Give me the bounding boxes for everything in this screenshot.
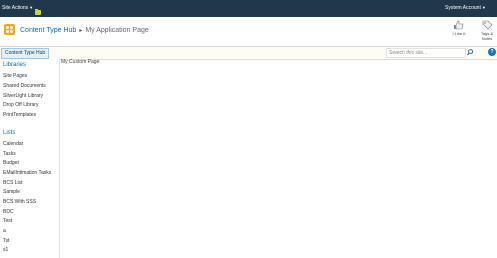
chevron-down-icon: ▼ [29,5,34,10]
help-icon[interactable]: ? [488,48,496,56]
i-like-it-label: I Like It [452,31,466,36]
sidebar-item-tasks[interactable]: Tasks [3,151,16,157]
site-actions-label: Site Actions [2,5,29,11]
i-like-it-button[interactable]: I Like It [450,19,468,41]
breadcrumb-separator-icon: ▸ [79,28,83,34]
page-content-text: My Custom Page [61,59,100,65]
chevron-down-icon: ▼ [481,5,486,10]
sidebar-item-calendar[interactable]: Calendar [3,141,23,147]
site-logo-icon [4,24,15,35]
breadcrumb: Content Type Hub ▸ My Application Page [20,27,149,34]
sidebar-item-bdc[interactable]: BDC [3,209,14,215]
sidebar-item-bcs-with-sss[interactable]: BCS With SSS [3,199,36,205]
sidebar-item-sample[interactable]: Sample [3,189,20,195]
social-actions: I Like It Tags & Notes [450,19,496,41]
sidebar-item-email-intimation-tasks[interactable]: EMailIntimation Tasks [3,170,51,176]
search-icon[interactable] [466,48,474,57]
notes-label: Notes [481,36,493,41]
thumbs-up-icon [454,20,464,30]
user-name: System Account [445,5,481,11]
top-ribbon-bar: Site Actions ▼ System Account ▼ [0,0,497,17]
top-navigation-bar: Content Type Hub Search this site... ? [0,46,497,60]
navigate-up-folder-icon[interactable] [35,9,41,15]
lists-heading[interactable]: Lists [3,130,15,136]
search-input[interactable]: Search this site... [386,48,466,58]
sidebar-item-drop-off-library[interactable]: Drop Off Library [3,102,38,108]
sidebar-item-print-templates[interactable]: PrintTemplates [3,112,36,118]
libraries-heading[interactable]: Libraries [3,62,26,68]
sidebar-item-s1[interactable]: s1 [3,247,8,253]
sidebar-item-site-pages[interactable]: Site Pages [3,73,27,79]
tags-notes-button[interactable]: Tags & Notes [478,19,496,41]
sidebar-item-tst[interactable]: Tst [3,238,9,244]
main-content: My Custom Page [60,59,497,258]
quick-launch: Libraries Site Pages Shared Documents Si… [0,59,60,258]
sidebar-item-shared-documents[interactable]: Shared Documents [3,83,46,89]
sidebar-item-test[interactable]: Test [3,218,12,224]
site-actions-menu[interactable]: Site Actions ▼ [2,5,33,11]
breadcrumb-site-link[interactable]: Content Type Hub [20,27,76,34]
user-menu[interactable]: System Account ▼ [445,5,486,11]
site-header: Content Type Hub ▸ My Application Page I… [0,17,497,47]
sidebar-item-budget[interactable]: Budget [3,160,19,166]
sidebar-item-a[interactable]: a [3,228,6,234]
tab-content-type-hub[interactable]: Content Type Hub [1,48,50,59]
tag-icon [482,20,493,30]
sidebar-item-silverlight-library[interactable]: SilverLight Library [3,93,43,99]
page-title: My Application Page [85,27,149,34]
sidebar-item-bcs-list[interactable]: BCS List [3,180,22,186]
